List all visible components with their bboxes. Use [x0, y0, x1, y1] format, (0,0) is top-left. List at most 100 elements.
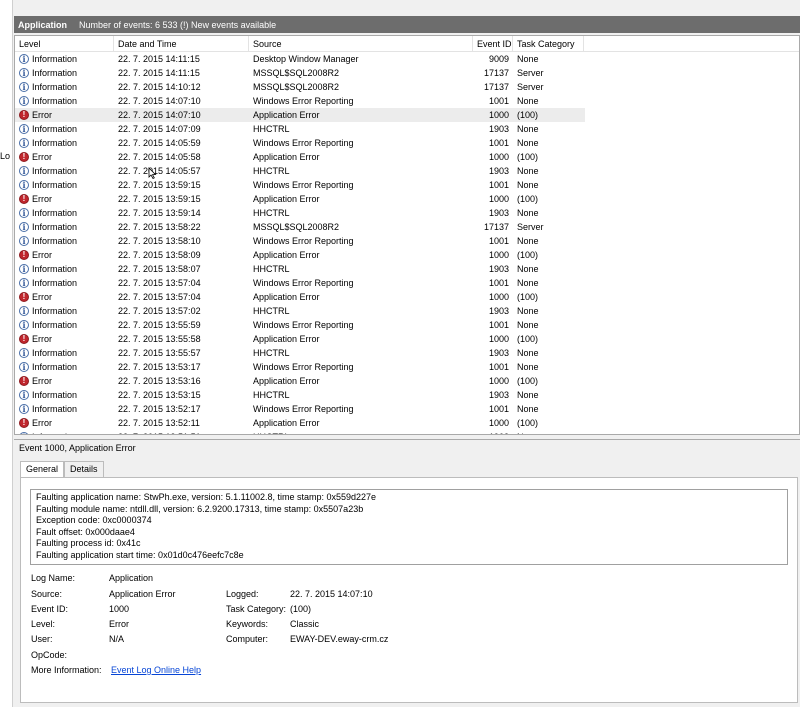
table-row[interactable]: Error 22. 7. 2015 14:07:10 Application Err… — [15, 108, 585, 122]
tab-details[interactable]: Details — [64, 461, 104, 478]
left-pane-strip: Lo — [0, 0, 13, 707]
level-cell: Information — [15, 66, 114, 80]
table-row[interactable]: Information 22. 7. 2015 13:51:51HHCTRL190… — [15, 430, 585, 434]
date-cell: 22. 7. 2015 14:05:58 — [118, 152, 201, 162]
event-id-cell: 1903 — [488, 264, 509, 274]
source-cell: Application Error — [253, 418, 320, 428]
table-row[interactable]: Error 22. 7. 2015 13:57:04 Application Err… — [15, 290, 585, 304]
table-row[interactable]: Information 22. 7. 2015 14:07:10 Windows E… — [15, 94, 585, 108]
level-cell: Error — [15, 290, 114, 304]
level-cell: Information — [15, 430, 114, 434]
level-text: Information — [32, 68, 78, 78]
event-list[interactable]: Level Date and Time Source Event ID Task… — [14, 35, 800, 435]
table-row[interactable]: Information 22. 7. 2015 14:07:09 HHCTRL 190… — [15, 122, 585, 136]
table-row[interactable]: Error 22. 7. 2015 14:05:58 Application Err… — [15, 150, 585, 164]
source-cell: MSSQL$SQL2008R2 — [253, 82, 340, 92]
date-cell: 22. 7. 2015 13:59:15 — [118, 180, 201, 190]
table-row[interactable]: Information 22. 7. 2015 13:58:07 HHCTRL 190… — [15, 262, 585, 276]
info-icon — [19, 94, 29, 108]
source-cell: HHCTRL — [253, 348, 290, 358]
event-id-cell: 1001 — [488, 278, 509, 288]
task-category-cell: None — [517, 236, 539, 246]
level-label: Level: — [31, 619, 56, 629]
source-cell: Application Error — [253, 194, 320, 204]
event-list-header: Level Date and Time Source Event ID Task… — [15, 36, 799, 52]
table-row[interactable]: Information 22. 7. 2015 13:57:04 Windows E… — [15, 276, 585, 290]
level-cell: Information — [15, 360, 114, 374]
table-row[interactable]: Information 22. 7. 2015 13:53:15 HHCTRL 190… — [15, 388, 585, 402]
event-description-box[interactable]: Faulting application name: StwPh.exe, ve… — [30, 489, 788, 565]
event-log-online-help-link[interactable]: Event Log Online Help — [111, 665, 201, 675]
event-count-summary[interactable]: Number of events: 6 533 (!) New events a… — [79, 20, 276, 30]
level-text: Error — [32, 292, 52, 302]
table-row[interactable]: Error 22. 7. 2015 13:53:16 Application Err… — [15, 374, 585, 388]
level-value: Error — [109, 619, 129, 629]
task-category-cell: (100) — [517, 418, 539, 428]
level-cell: Error — [15, 192, 114, 206]
table-row[interactable]: Information 22. 7. 2015 13:58:22 MSSQL$SQL… — [15, 220, 585, 234]
table-row[interactable]: Information 22. 7. 2015 14:05:59 Windows E… — [15, 136, 585, 150]
source-cell: Windows Error Reporting — [253, 362, 354, 372]
table-row[interactable]: Error 22. 7. 2015 13:59:15 Application Err… — [15, 192, 585, 206]
level-text: Information — [32, 348, 78, 358]
task-category-cell: Server — [517, 222, 544, 232]
table-row[interactable]: Error 22. 7. 2015 13:55:58 Application Err… — [15, 332, 585, 346]
level-cell: Information — [15, 164, 114, 178]
event-id-cell: 1903 — [473, 430, 513, 434]
level-cell: Information — [15, 388, 114, 402]
task-category-cell: (100) — [517, 110, 539, 120]
event-id-cell: 1000 — [488, 110, 509, 120]
level-text: Information — [32, 96, 78, 106]
error-icon — [19, 332, 29, 346]
log-name-label: Log Name: — [31, 573, 76, 583]
source-cell: Desktop Window Manager — [253, 54, 359, 64]
column-header-level[interactable]: Level — [15, 36, 114, 52]
error-icon — [19, 248, 29, 262]
table-row[interactable]: Information 22. 7. 2015 13:57:02 HHCTRL 190… — [15, 304, 585, 318]
task-category-value: (100) — [290, 604, 312, 614]
event-id-cell: 1001 — [488, 236, 509, 246]
source-cell: Windows Error Reporting — [253, 96, 354, 106]
table-row[interactable]: Information 22. 7. 2015 13:59:15 Windows E… — [15, 178, 585, 192]
source-cell: Windows Error Reporting — [253, 180, 354, 190]
column-header-task-category[interactable]: Task Category — [513, 36, 584, 52]
level-text: Information — [32, 208, 78, 218]
table-row[interactable]: Error 22. 7. 2015 13:52:11 Application Err… — [15, 416, 585, 430]
date-cell: 22. 7. 2015 14:05:57 — [118, 166, 201, 176]
date-cell: 22. 7. 2015 13:53:15 — [118, 390, 201, 400]
level-text: Error — [32, 376, 52, 386]
source-value: Application Error — [109, 589, 176, 599]
table-row[interactable]: Information 22. 7. 2015 14:11:15 Desktop W… — [15, 52, 585, 66]
source-cell: Windows Error Reporting — [253, 404, 354, 414]
table-row[interactable]: Information 22. 7. 2015 13:58:10 Windows E… — [15, 234, 585, 248]
error-icon — [19, 150, 29, 164]
column-header-date-time[interactable]: Date and Time — [114, 36, 249, 52]
keywords-label: Keywords: — [226, 619, 269, 629]
source-cell: HHCTRL — [253, 208, 290, 218]
table-row[interactable]: Information 22. 7. 2015 13:52:17 Windows E… — [15, 402, 585, 416]
event-id-cell: 1903 — [488, 166, 509, 176]
table-row[interactable]: Error 22. 7. 2015 13:58:09 Application Err… — [15, 248, 585, 262]
table-row[interactable]: Information 22. 7. 2015 14:10:12 MSSQL$SQL… — [15, 80, 585, 94]
level-cell: Error — [15, 108, 114, 122]
column-header-event-id[interactable]: Event ID — [473, 36, 513, 52]
task-category-cell: (100) — [517, 292, 539, 302]
table-row[interactable]: Information 22. 7. 2015 13:55:57 HHCTRL 190… — [15, 346, 585, 360]
event-id-cell: 1001 — [488, 96, 509, 106]
info-icon — [19, 220, 29, 234]
task-category-cell: (100) — [517, 250, 539, 260]
table-row[interactable]: Information 22. 7. 2015 13:53:17 Windows E… — [15, 360, 585, 374]
log-title: Application — [18, 19, 67, 30]
table-row[interactable]: Information 22. 7. 2015 14:11:15 MSSQL$SQL… — [15, 66, 585, 80]
table-row[interactable]: Information 22. 7. 2015 13:55:59 Windows E… — [15, 318, 585, 332]
level-cell: Information — [15, 262, 114, 276]
column-header-source[interactable]: Source — [249, 36, 473, 52]
task-category-cell: None — [517, 166, 539, 176]
table-row[interactable]: Information 22. 7. 2015 13:59:14 HHCTRL 190… — [15, 206, 585, 220]
task-category-cell: Server — [517, 68, 544, 78]
table-row[interactable]: Information 22. 7. 2015 14:05:57 HHCTRL 190… — [15, 164, 585, 178]
event-id-cell: 9009 — [488, 54, 509, 64]
source-cell: HHCTRL — [253, 166, 290, 176]
date-cell: 22. 7. 2015 13:58:10 — [118, 236, 201, 246]
level-text: Error — [32, 418, 52, 428]
